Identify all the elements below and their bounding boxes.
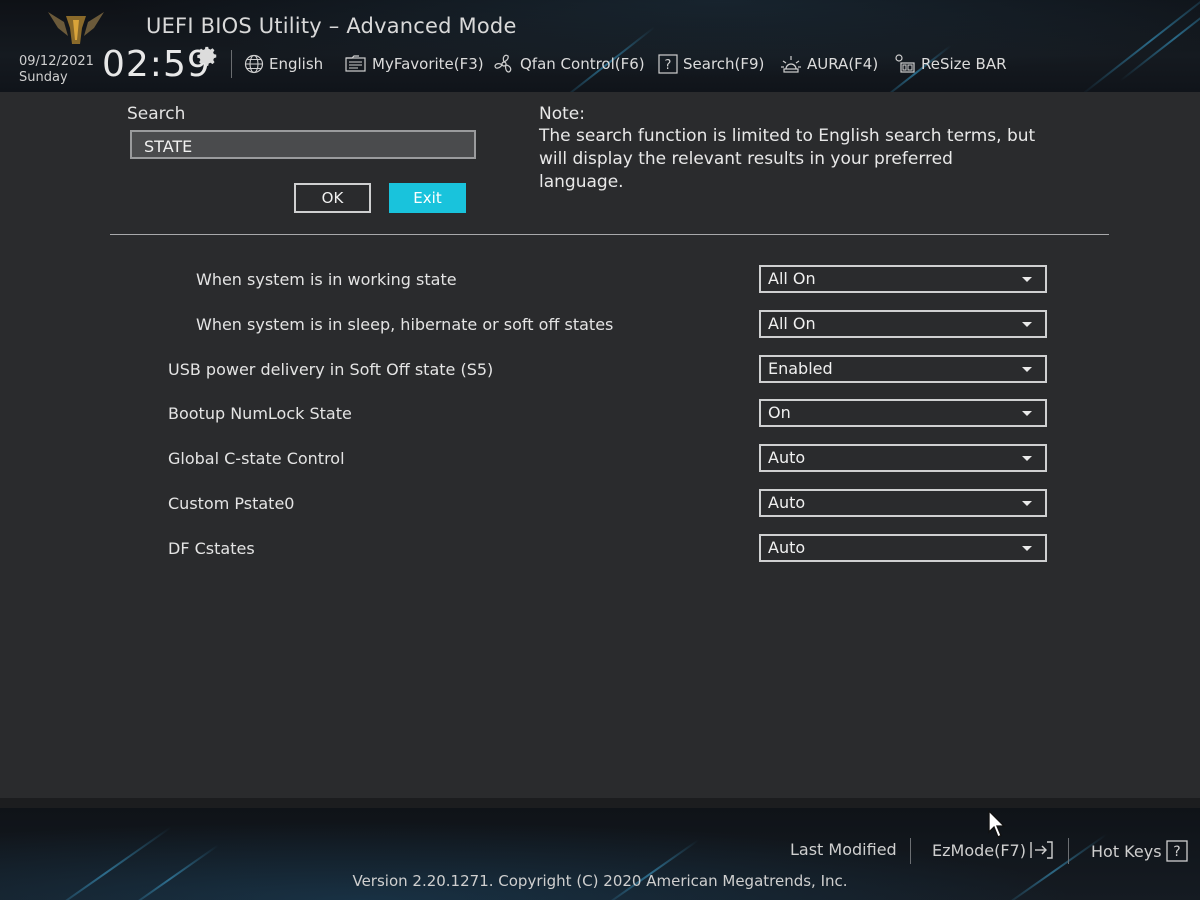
myfavorite-button[interactable]: MyFavorite(F3)	[345, 52, 484, 76]
ezmode-button[interactable]: EzMode(F7)	[932, 840, 1055, 860]
chevron-down-icon	[1022, 277, 1032, 282]
aura-button[interactable]: AURA(F4)	[780, 52, 878, 76]
setting-dropdown[interactable]: All On	[759, 309, 1047, 338]
day-text: Sunday	[19, 70, 68, 85]
chevron-down-icon	[1022, 545, 1032, 551]
footer-divider	[0, 798, 1200, 808]
setting-row[interactable]: When system is in sleep, hibernate or so…	[0, 309, 1200, 340]
svg-text:?: ?	[1173, 844, 1180, 860]
resize-bar-button[interactable]: ReSize BAR	[894, 52, 1007, 76]
hot-keys-button[interactable]: Hot Keys ?	[1091, 840, 1189, 862]
footer-separator	[1068, 838, 1069, 864]
chevron-down-icon	[1022, 456, 1032, 462]
setting-dropdown-value: Auto	[768, 448, 806, 468]
footer-separator	[910, 838, 911, 864]
setting-dropdown[interactable]: On	[759, 399, 1047, 428]
setting-label: Bootup NumLock State	[168, 404, 352, 424]
setting-dropdown-value: Enabled	[768, 358, 833, 378]
language-button[interactable]: English	[244, 52, 323, 76]
setting-label: When system is in sleep, hibernate or so…	[196, 314, 614, 334]
setting-label: DF Cstates	[168, 538, 255, 558]
setting-label: When system is in working state	[196, 270, 457, 289]
ok-button[interactable]: OK	[294, 183, 371, 213]
chevron-down-icon	[1022, 501, 1032, 506]
hot-keys-label: Hot Keys	[1091, 841, 1162, 861]
setting-row[interactable]: DF Cstates Auto	[0, 533, 1200, 564]
svg-text:?: ?	[665, 58, 672, 73]
setting-row[interactable]: Global C-state Control Auto	[0, 444, 1200, 474]
search-label: Search(F9)	[683, 55, 765, 73]
myfavorite-label: MyFavorite(F3)	[372, 55, 484, 73]
setting-label: Custom Pstate0	[168, 494, 295, 513]
setting-dropdown-value: All On	[768, 313, 816, 333]
clock-display: 02:59	[102, 44, 211, 85]
fan-icon	[494, 54, 512, 73]
ezmode-label: EzMode(F7)	[932, 840, 1026, 860]
help-search-icon: ?	[658, 54, 678, 74]
setting-dropdown-value: Auto	[768, 493, 806, 512]
chevron-down-icon	[1022, 411, 1032, 417]
aura-light-icon	[781, 56, 801, 73]
setting-dropdown-value: All On	[768, 269, 816, 288]
exit-arrow-icon	[1030, 841, 1053, 859]
search-panel-label: Search	[127, 104, 186, 124]
help-icon: ?	[1165, 840, 1188, 862]
header-divider	[231, 50, 232, 78]
chevron-down-icon	[1022, 366, 1032, 372]
footer-bar: Last Modified EzMode(F7) Hot Keys ? Vers…	[0, 808, 1200, 900]
note-title: Note:	[539, 104, 585, 124]
language-label: English	[269, 55, 324, 73]
setting-dropdown[interactable]: Auto	[759, 489, 1047, 517]
tuf-logo-icon	[48, 12, 104, 44]
setting-row[interactable]: USB power delivery in Soft Off state (S5…	[0, 354, 1200, 385]
bios-window: UEFI BIOS Utility – Advanced Mode 09/12/…	[0, 0, 1200, 900]
qfan-label: Qfan Control(F6)	[520, 55, 645, 73]
chevron-down-icon	[1022, 321, 1032, 327]
setting-row[interactable]: When system is in working state All On	[0, 265, 1200, 295]
last-modified-button[interactable]: Last Modified	[790, 840, 897, 859]
header-bar: UEFI BIOS Utility – Advanced Mode 09/12/…	[0, 0, 1200, 92]
setting-dropdown[interactable]: Auto	[759, 533, 1047, 562]
mouse-cursor-icon	[988, 810, 1006, 838]
setting-dropdown[interactable]: Auto	[759, 444, 1047, 473]
gear-icon[interactable]	[197, 45, 219, 67]
date-display: 09/12/2021 Sunday	[19, 54, 94, 86]
setting-label: Global C-state Control	[168, 449, 345, 469]
setting-row[interactable]: Custom Pstate0 Auto	[0, 489, 1200, 519]
section-divider	[110, 234, 1109, 235]
exit-button[interactable]: Exit	[389, 183, 466, 213]
resize-bar-label: ReSize BAR	[921, 55, 1007, 73]
setting-label: USB power delivery in Soft Off state (S5…	[168, 359, 494, 379]
note-text: The search function is limited to Englis…	[539, 126, 1036, 192]
search-button[interactable]: ? Search(F9)	[658, 52, 764, 76]
qfan-control-button[interactable]: Qfan Control(F6)	[493, 52, 645, 76]
setting-row[interactable]: Bootup NumLock State On	[0, 399, 1200, 429]
setting-dropdown-value: Auto	[768, 537, 806, 557]
date-text: 09/12/2021	[19, 54, 94, 69]
app-title: UEFI BIOS Utility – Advanced Mode	[146, 14, 517, 38]
last-modified-label: Last Modified	[790, 840, 897, 859]
setting-dropdown-value: On	[768, 403, 791, 423]
aura-label: AURA(F4)	[807, 55, 879, 73]
version-text: Version 2.20.1271. Copyright (C) 2020 Am…	[352, 872, 848, 890]
main-panel: Search OK Exit Note: The search function…	[0, 92, 1200, 798]
favorite-folder-icon	[345, 55, 366, 72]
setting-dropdown[interactable]: Enabled	[759, 354, 1047, 383]
globe-icon	[244, 54, 264, 74]
setting-dropdown[interactable]: All On	[759, 265, 1047, 293]
resize-bar-icon	[895, 54, 915, 73]
search-input[interactable]	[130, 130, 476, 159]
